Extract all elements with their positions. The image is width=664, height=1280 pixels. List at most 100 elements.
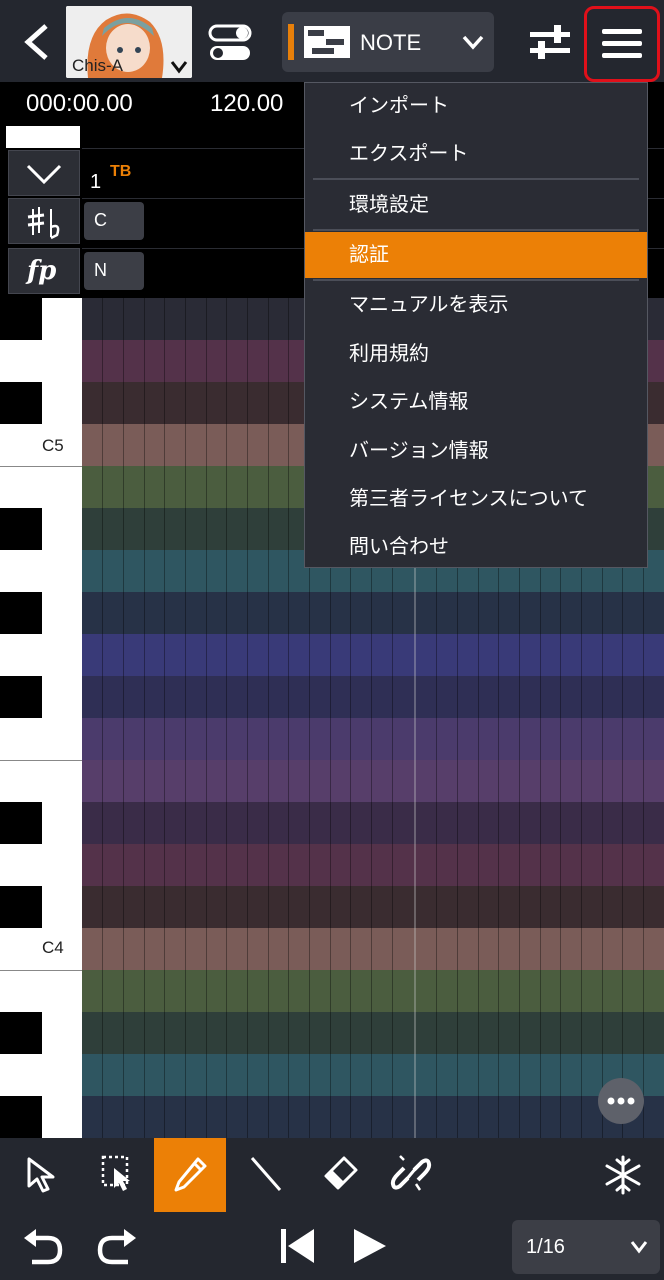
line-tool-button[interactable] (232, 1138, 298, 1212)
menu-item-manual[interactable]: マニュアルを表示 (305, 282, 647, 328)
menu-item-contact[interactable]: 問い合わせ (305, 524, 647, 570)
grid-line (123, 298, 124, 1138)
select-arrow-icon (27, 1157, 55, 1193)
singer-name: Chis-A (72, 56, 124, 75)
black-key[interactable] (0, 1096, 42, 1138)
undo-icon[interactable] (22, 1228, 64, 1266)
app-menu-dropdown: インポート エクスポート 環境設定 認証 マニュアルを表示 利用規約 システム情… (304, 82, 648, 568)
dynamics-fp-icon: fp (25, 256, 56, 286)
tool-palette (0, 1138, 664, 1212)
snowflake-icon (605, 1155, 641, 1195)
grid-row (82, 1096, 664, 1138)
eraser-tool-button[interactable] (304, 1138, 370, 1212)
edit-mode-selector[interactable]: NOTE (282, 12, 494, 72)
black-key[interactable] (0, 382, 42, 424)
note-mode-icon (304, 26, 350, 58)
menu-item-export[interactable]: エクスポート (305, 131, 647, 177)
grid-line (268, 298, 269, 1138)
page-selector[interactable]: 1/16 (512, 1220, 660, 1274)
line-icon (250, 1157, 282, 1191)
menu-item-system-info[interactable]: システム情報 (305, 379, 647, 425)
grid-row (82, 634, 664, 676)
singer-avatar[interactable]: Chis-A (66, 6, 192, 78)
range-select-tool-button[interactable] (84, 1138, 150, 1212)
play-icon[interactable] (350, 1226, 390, 1266)
transport-bar: 1/16 (0, 1212, 664, 1280)
sliders-icon[interactable] (528, 22, 572, 62)
white-key-divider (0, 466, 82, 467)
menu-item-authentication[interactable]: 認証 (305, 232, 647, 278)
collapse-button[interactable] (8, 150, 80, 196)
top-bar: Chis-A NOTE (0, 0, 664, 82)
select-tool-button[interactable] (8, 1138, 74, 1212)
range-select-icon (101, 1155, 130, 1191)
key-value-chip[interactable]: C (84, 202, 144, 240)
measure-number: 1 (90, 171, 102, 193)
link-tool-button[interactable] (376, 1138, 442, 1212)
tempo-readout[interactable]: 120.00 (210, 90, 283, 118)
toggle-icon[interactable] (208, 24, 252, 62)
redo-icon[interactable] (96, 1228, 138, 1266)
white-key-divider (0, 970, 82, 971)
grid-line (144, 298, 145, 1138)
menu-item-version-info[interactable]: バージョン情報 (305, 428, 647, 474)
black-key[interactable] (0, 676, 42, 718)
grid-line (288, 298, 289, 1138)
sharp-flat-icon (27, 207, 60, 240)
chevron-down-icon (462, 35, 484, 50)
menu-separator (313, 178, 639, 180)
grid-line (102, 298, 103, 1138)
more-options-button[interactable] (598, 1078, 644, 1124)
octave-label: C4 (42, 938, 64, 957)
svg-text:fp: fp (25, 256, 56, 286)
piano-keyboard[interactable]: C5 C4 (0, 298, 82, 1138)
chevron-left-icon[interactable] (18, 22, 58, 62)
white-key-divider (0, 760, 82, 761)
menu-item-preferences[interactable]: 環境設定 (305, 182, 647, 228)
grid-line (226, 298, 227, 1138)
grid-line (164, 298, 165, 1138)
dynamics-button[interactable]: fp (8, 248, 80, 294)
freeze-tool-button[interactable] (590, 1138, 656, 1212)
black-key[interactable] (0, 802, 42, 844)
grid-row (82, 886, 664, 928)
menu-item-import[interactable]: インポート (305, 83, 647, 129)
pencil-tool-button[interactable] (154, 1138, 226, 1212)
black-key[interactable] (0, 886, 42, 928)
menu-item-third-party-licenses[interactable]: 第三者ライセンスについて (305, 476, 647, 522)
menu-separator (313, 229, 639, 231)
hamburger-menu-icon (602, 29, 642, 58)
grid-row (82, 802, 664, 844)
track-tag: TB (110, 163, 132, 180)
skip-to-start-icon[interactable] (278, 1226, 318, 1266)
chevron-down-icon[interactable] (170, 60, 188, 74)
key-signature-button[interactable] (8, 198, 80, 244)
menu-button[interactable] (584, 6, 660, 82)
chevron-down-icon (630, 1241, 648, 1254)
grid-row (82, 760, 664, 802)
black-key[interactable] (0, 298, 42, 340)
black-key[interactable] (0, 592, 42, 634)
grid-row (82, 844, 664, 886)
time-readout: 000:00.00 (26, 90, 133, 117)
grid-row (82, 928, 664, 970)
menu-item-terms[interactable]: 利用規約 (305, 331, 647, 377)
grid-row (82, 592, 664, 634)
grid-row (82, 718, 664, 760)
playhead-bar[interactable] (6, 126, 80, 148)
grid-row (82, 1054, 664, 1096)
black-key[interactable] (0, 508, 42, 550)
grid-row (82, 970, 664, 1012)
eraser-icon (324, 1156, 358, 1190)
grid-row (82, 676, 664, 718)
mode-accent (288, 24, 294, 60)
pencil-icon (174, 1157, 207, 1192)
black-key[interactable] (0, 1012, 42, 1054)
grid-line (247, 298, 248, 1138)
link-icon (390, 1155, 432, 1191)
page-indicator: 1/16 (526, 1236, 565, 1258)
chevron-down-icon (26, 164, 62, 185)
dynamics-value-chip[interactable]: N (84, 252, 144, 290)
octave-label: C5 (42, 436, 64, 455)
mode-label: NOTE (360, 30, 422, 55)
